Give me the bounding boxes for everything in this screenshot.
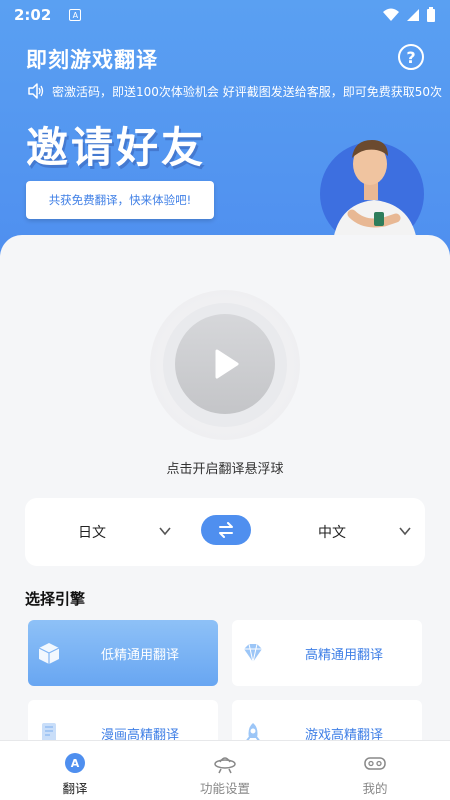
tab-label: 功能设置 — [199, 781, 250, 796]
tab-settings[interactable]: 功能设置 — [150, 741, 300, 800]
engine-option-high-general[interactable]: 高精通用翻译 — [232, 620, 422, 686]
tab-translate[interactable]: A 翻译 — [0, 741, 150, 800]
engine-option-low-general[interactable]: 低精通用翻译 — [28, 620, 218, 686]
wifi-icon — [383, 8, 399, 21]
chevron-down-icon[interactable] — [158, 524, 172, 538]
tab-label: 翻译 — [62, 781, 88, 796]
signal-icon — [407, 9, 419, 21]
invite-title: 邀请好友 — [26, 123, 207, 172]
engine-section-title: 选择引擎 — [25, 590, 86, 609]
header-banner: 即刻游戏翻译 ? 密激活码，即送100次体验机会 好评截图发送给客服，即可免费获… — [0, 0, 450, 260]
announcement-marquee: 密激活码，即送100次体验机会 好评截图发送给客服，即可免费获取50次 — [26, 80, 450, 102]
cube-icon — [38, 643, 60, 664]
float-ball-hint: 点击开启翻译悬浮球 — [166, 462, 284, 477]
tab-profile[interactable]: 我的 — [300, 741, 450, 800]
target-language-select[interactable]: 中文 — [318, 498, 346, 566]
translate-icon: A — [65, 753, 85, 773]
app-title: 即刻游戏翻译 — [26, 48, 158, 72]
swap-languages-button[interactable] — [201, 515, 251, 545]
status-time: 2:02 — [14, 6, 52, 24]
person-illustration — [320, 140, 424, 248]
play-icon — [215, 349, 239, 379]
source-language-select[interactable]: 日文 — [78, 498, 106, 566]
diamond-icon — [244, 643, 262, 663]
notification-a-icon: A — [69, 9, 82, 21]
ufo-icon — [214, 757, 236, 774]
swap-icon — [219, 522, 233, 538]
help-icon[interactable]: ? — [398, 44, 424, 70]
vr-headset-icon — [364, 757, 386, 770]
battery-icon — [427, 7, 435, 22]
status-bar: 2:02 A — [0, 0, 450, 30]
bottom-tab-bar: A 翻译 功能设置 我的 — [0, 740, 450, 800]
marquee-text: 密激活码，即送100次体验机会 好评截图发送给客服，即可免费获取50次 — [52, 84, 442, 99]
speaker-icon — [28, 83, 44, 99]
tab-label: 我的 — [362, 781, 388, 796]
chevron-down-icon[interactable] — [398, 524, 412, 538]
svg-text:A: A — [71, 757, 80, 770]
invite-button[interactable]: 共获免费翻译，快来体验吧! — [26, 181, 214, 219]
float-ball-play-button[interactable] — [175, 314, 275, 414]
